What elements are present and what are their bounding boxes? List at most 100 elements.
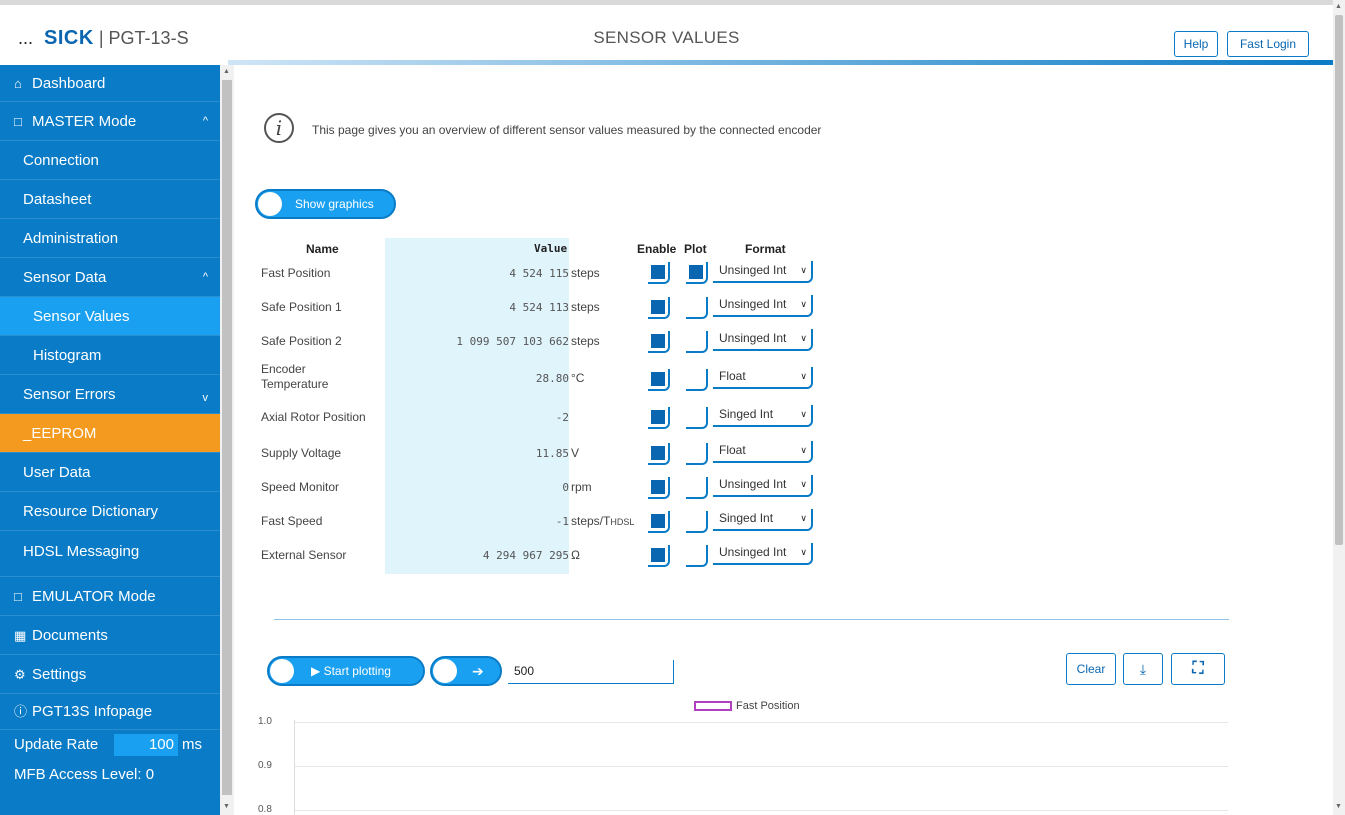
sidebar-item-sensor-data[interactable]: Sensor Data ^ (0, 258, 220, 297)
samples-input[interactable]: 500 (508, 660, 674, 684)
download-icon[interactable]: ⤓ (1123, 653, 1163, 685)
sidebar-item-documents[interactable]: ▦ Documents (0, 616, 220, 655)
plot-checkbox[interactable] (686, 477, 708, 499)
plot-checkbox[interactable] (686, 511, 708, 533)
enable-checkbox[interactable] (648, 477, 670, 499)
sidebar-item-connection[interactable]: Connection (0, 141, 220, 180)
sidebar-item-label: Administration (23, 230, 119, 247)
enable-checkbox[interactable] (648, 369, 670, 391)
sidebar-item-datasheet[interactable]: Datasheet (0, 180, 220, 219)
sidebar-item-label: User Data (23, 464, 91, 481)
page-title: SENSOR VALUES (593, 28, 740, 47)
sidebar-item-user-data[interactable]: User Data (0, 453, 220, 492)
column-header-plot: Plot (684, 242, 707, 256)
info-text: This page gives you an overview of diffe… (312, 123, 822, 137)
toggle-knob (270, 659, 294, 683)
sidebar-item-histogram[interactable]: Histogram (0, 336, 220, 375)
row-value: 11.85 (535, 447, 569, 460)
update-rate-input[interactable]: 100 (114, 734, 178, 756)
format-select[interactable]: Singed Int ∨ (713, 509, 813, 531)
access-level: MFB Access Level: 0 (14, 766, 155, 783)
sidebar-item-label: _EEPROM (23, 425, 97, 442)
plot-checkbox[interactable] (686, 545, 708, 567)
table-row: Speed Monitor 0 rpm Unsinged Int ∨ (234, 472, 934, 506)
fullscreen-icon[interactable]: ⛶ (1171, 653, 1225, 685)
format-select[interactable]: Float ∨ (713, 441, 813, 463)
scroll-down-icon[interactable]: ▼ (1335, 803, 1342, 810)
scroll-up-icon[interactable]: ▲ (1335, 3, 1342, 10)
grid-line (294, 766, 1228, 767)
monitor-icon: □ (14, 114, 22, 129)
plot-checkbox[interactable] (686, 262, 708, 284)
sidebar-item-hdsl-messaging[interactable]: HDSL Messaging (0, 531, 220, 577)
sidebar-item-eeprom[interactable]: _EEPROM (0, 414, 220, 453)
row-value: 4 524 113 (509, 301, 569, 314)
scroll-down-icon[interactable]: ▼ (223, 803, 230, 810)
update-rate-unit: ms (182, 736, 202, 753)
sidebar-item-label: Histogram (33, 347, 102, 364)
y-tick-label: 0.9 (258, 760, 272, 771)
plot-checkbox[interactable] (686, 297, 708, 319)
section-divider (274, 619, 1229, 620)
enable-checkbox[interactable] (648, 511, 670, 533)
sidebar-item-resource-dictionary[interactable]: Resource Dictionary (0, 492, 220, 531)
y-tick-label: 0.8 (258, 804, 272, 815)
sidebar-item-administration[interactable]: Administration (0, 219, 220, 258)
row-unit: steps/THDSL (571, 514, 635, 528)
sidebar-item-master-mode[interactable]: □ MASTER Mode ^ (0, 102, 220, 141)
main-content: i This page gives you an overview of dif… (234, 60, 1333, 815)
row-unit: Ω (571, 548, 580, 562)
row-unit: steps (571, 334, 600, 348)
scroll-up-icon[interactable]: ▲ (223, 68, 230, 75)
plot-checkbox[interactable] (686, 369, 708, 391)
enable-checkbox[interactable] (648, 545, 670, 567)
chevron-down-icon: ∨ (800, 371, 807, 381)
help-button[interactable]: Help (1174, 31, 1218, 57)
format-select[interactable]: Unsinged Int ∨ (713, 329, 813, 351)
sidebar-item-sensor-values[interactable]: Sensor Values (0, 297, 220, 336)
sidebar-item-label: Sensor Errors (23, 386, 116, 403)
chevron-down-icon: v (202, 392, 209, 404)
direction-toggle[interactable]: ➔ (430, 656, 502, 686)
chevron-down-icon: ∨ (800, 299, 807, 309)
row-unit: steps (571, 300, 600, 314)
enable-checkbox[interactable] (648, 262, 670, 284)
sidebar-scrollbar[interactable]: ▲ ▼ (220, 65, 234, 815)
sidebar-item-dashboard[interactable]: ⌂ Dashboard (0, 65, 220, 102)
start-plotting-label: ▶ Start plotting (311, 664, 391, 678)
start-plotting-toggle[interactable]: ▶ Start plotting (267, 656, 425, 686)
plot-checkbox[interactable] (686, 443, 708, 465)
format-select[interactable]: Singed Int ∨ (713, 405, 813, 427)
chevron-down-icon: ∨ (800, 409, 807, 419)
show-graphics-toggle[interactable]: Show graphics (255, 189, 396, 219)
sidebar-item-label: PGT13S Infopage (32, 703, 153, 720)
toggle-knob (258, 192, 282, 216)
sidebar-item-settings[interactable]: ⚙ Settings (0, 655, 220, 694)
page-scrollbar[interactable]: ▲ ▼ (1333, 0, 1345, 815)
clear-button[interactable]: Clear (1066, 653, 1116, 685)
enable-checkbox[interactable] (648, 331, 670, 353)
enable-checkbox[interactable] (648, 443, 670, 465)
format-select[interactable]: Unsinged Int ∨ (713, 295, 813, 317)
plot-checkbox[interactable] (686, 407, 708, 429)
format-select[interactable]: Float ∨ (713, 367, 813, 389)
format-select[interactable]: Unsinged Int ∨ (713, 475, 813, 497)
format-select[interactable]: Unsinged Int ∨ (713, 543, 813, 565)
y-axis-line (294, 720, 295, 815)
info-icon: i (264, 113, 294, 143)
fast-login-button[interactable]: Fast Login (1227, 31, 1309, 57)
enable-checkbox[interactable] (648, 407, 670, 429)
page-scroll-thumb[interactable] (1335, 15, 1343, 545)
format-select-value: Singed Int (719, 511, 774, 525)
format-select[interactable]: Unsinged Int ∨ (713, 261, 813, 283)
sidebar-scroll-thumb[interactable] (222, 80, 232, 795)
row-value: -1 (555, 515, 569, 528)
row-unit: steps (571, 266, 600, 280)
sidebar-item-sensor-errors[interactable]: Sensor Errors v (0, 375, 220, 414)
plot-checkbox[interactable] (686, 331, 708, 353)
sidebar-item-emulator-mode[interactable]: □ EMULATOR Mode (0, 577, 220, 616)
enable-checkbox[interactable] (648, 297, 670, 319)
table-row: Safe Position 1 4 524 113 steps Unsinged… (234, 294, 934, 328)
chevron-down-icon: ∨ (800, 547, 807, 557)
sidebar-item-infopage[interactable]: ⓘ PGT13S Infopage (0, 694, 220, 730)
